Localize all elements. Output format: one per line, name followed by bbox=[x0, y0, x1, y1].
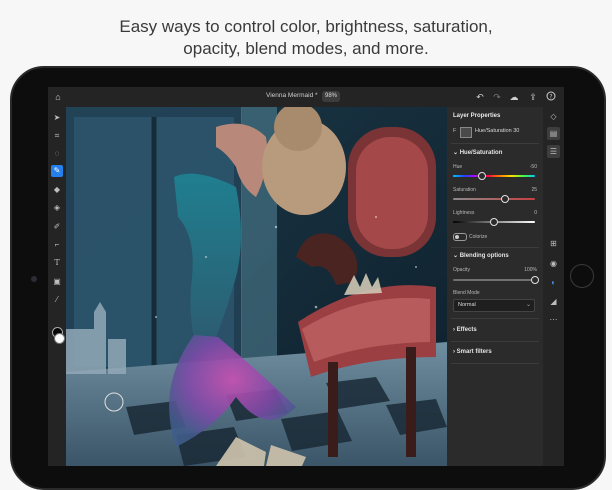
marketing-headline: Easy ways to control color, brightness, … bbox=[0, 16, 612, 60]
saturation-value: 25 bbox=[531, 187, 537, 193]
right-icon-bar: ◇ ▤ ☰ ⊞ ◉ ◐ ◢ ⋯ bbox=[543, 107, 564, 466]
fill-icon[interactable]: ◈ bbox=[51, 202, 63, 214]
eraser-icon[interactable]: ◆ bbox=[51, 184, 63, 196]
lasso-icon[interactable]: ◌ bbox=[51, 148, 63, 160]
saturation-slider-knob[interactable] bbox=[500, 195, 509, 203]
front-camera bbox=[31, 276, 37, 282]
layer-name: Hue/Saturation 30 bbox=[475, 128, 520, 134]
saturation-label: Saturation bbox=[453, 187, 476, 193]
opacity-slider-track[interactable] bbox=[453, 279, 535, 281]
eyedropper-icon[interactable]: ⁄ bbox=[51, 294, 63, 306]
lightness-value: 0 bbox=[534, 210, 537, 216]
crop-icon[interactable]: ⌐ bbox=[51, 239, 63, 251]
smart-filters-section-header[interactable]: › Smart filters bbox=[453, 349, 492, 355]
background-color-swatch[interactable] bbox=[54, 333, 65, 344]
selected-layer-row[interactable]: F Hue/Saturation 30 bbox=[453, 127, 539, 138]
hue-slider-knob[interactable] bbox=[477, 172, 486, 180]
brush-icon[interactable]: ✎ bbox=[51, 165, 63, 177]
zoom-level[interactable]: 98% bbox=[322, 91, 340, 102]
svg-text:?: ? bbox=[549, 93, 552, 100]
blend-mode-value: Normal bbox=[458, 302, 476, 308]
saturation-slider-track[interactable] bbox=[453, 198, 535, 200]
divider bbox=[451, 247, 539, 248]
undo-icon[interactable]: ↶ bbox=[474, 91, 486, 103]
lightness-slider-knob[interactable] bbox=[490, 218, 498, 226]
colorize-label: Colorize bbox=[469, 234, 488, 240]
headline-line-2: opacity, blend modes, and more. bbox=[183, 39, 429, 58]
layers-icon[interactable]: ◇ bbox=[547, 110, 560, 123]
visibility-icon[interactable]: ◉ bbox=[547, 257, 560, 270]
fx-icon[interactable]: ◢ bbox=[547, 295, 560, 308]
move-icon[interactable]: ➤ bbox=[51, 112, 63, 124]
divider bbox=[451, 341, 539, 342]
cloud-icon[interactable]: ☁ bbox=[508, 91, 520, 103]
hue-slider-track[interactable] bbox=[453, 175, 535, 177]
more-icon[interactable]: ⋯ bbox=[547, 313, 560, 326]
image-canvas[interactable] bbox=[66, 107, 447, 466]
chevron-down-icon: ⌄ bbox=[525, 302, 531, 308]
home-icon[interactable]: ⌂ bbox=[52, 91, 64, 103]
colorize-toggle[interactable] bbox=[453, 233, 467, 241]
type-icon[interactable]: T bbox=[51, 257, 63, 269]
top-bar: ⌂ Vienna Mermaid * 98% ↶ ↷ ☁ ⇪ ? bbox=[48, 87, 564, 107]
lightness-label: Lightness bbox=[453, 210, 475, 216]
layer-properties-panel: Layer Properties F Hue/Saturation 30 ⌄ H… bbox=[447, 107, 543, 466]
help-icon[interactable]: ? bbox=[545, 91, 557, 103]
hue-label: Hue bbox=[453, 164, 463, 170]
blending-options-section-header[interactable]: ⌄ Blending options bbox=[453, 252, 509, 259]
add-layer-icon[interactable]: ⊞ bbox=[547, 237, 560, 250]
home-button bbox=[570, 264, 594, 288]
layer-prefix: F bbox=[453, 128, 457, 134]
headline-line-1: Easy ways to control color, brightness, … bbox=[119, 17, 493, 36]
document-title: Vienna Mermaid * bbox=[266, 92, 318, 99]
blend-mode-label: Blend Mode bbox=[453, 290, 480, 296]
hue-value: -50 bbox=[529, 164, 537, 170]
hue-saturation-section-header[interactable]: ⌄ Hue/Saturation bbox=[453, 149, 502, 156]
divider bbox=[451, 363, 539, 364]
opacity-label: Opacity bbox=[453, 267, 470, 273]
app-screen: ⌂ Vienna Mermaid * 98% ↶ ↷ ☁ ⇪ ? ➤ ⌗ ◌ ✎… bbox=[48, 87, 564, 466]
redo-icon[interactable]: ↷ bbox=[491, 91, 503, 103]
canvas-artwork bbox=[66, 107, 447, 466]
image-icon[interactable]: ▣ bbox=[51, 276, 63, 288]
properties-icon[interactable]: ☰ bbox=[547, 145, 560, 158]
adjustment-layers-icon[interactable]: ▤ bbox=[547, 127, 560, 140]
opacity-slider-knob[interactable] bbox=[531, 276, 539, 284]
effects-section-header[interactable]: › Effects bbox=[453, 327, 477, 333]
left-toolbar: ➤ ⌗ ◌ ✎ ◆ ◈ ✐ ⌐ T ▣ ⁄ bbox=[48, 107, 66, 466]
divider bbox=[451, 318, 539, 319]
blend-mode-select[interactable]: Normal ⌄ bbox=[453, 299, 535, 312]
transform-icon[interactable]: ⌗ bbox=[51, 130, 63, 142]
divider bbox=[451, 143, 539, 144]
share-icon[interactable]: ⇪ bbox=[527, 91, 539, 103]
healing-icon[interactable]: ✐ bbox=[51, 221, 63, 233]
opacity-value: 100% bbox=[524, 267, 537, 273]
mask-icon[interactable]: ◐ bbox=[547, 276, 560, 289]
panel-title: Layer Properties bbox=[453, 113, 501, 119]
layer-thumbnail bbox=[460, 127, 472, 138]
